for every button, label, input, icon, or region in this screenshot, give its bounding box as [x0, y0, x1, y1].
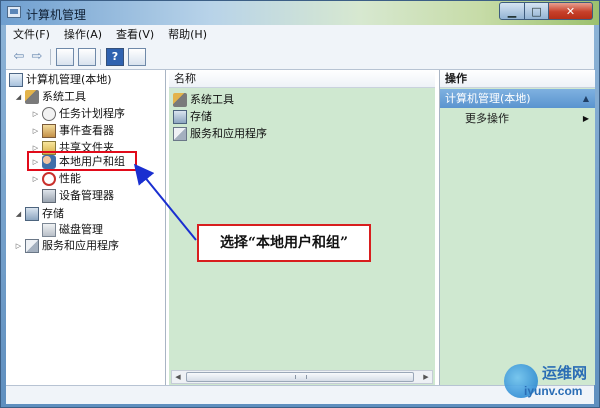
- tree-label: 设备管理器: [59, 189, 114, 202]
- tree-label: 性能: [59, 172, 81, 185]
- tree-item-disk-management[interactable]: 磁盘管理: [42, 222, 103, 238]
- menu-bar: 文件(F) 操作(A) 查看(V) 帮助(H): [6, 25, 594, 46]
- collapse-triangle-icon[interactable]: ◢: [14, 206, 23, 222]
- disk-icon: [42, 223, 56, 237]
- column-header-name[interactable]: 名称: [169, 70, 435, 88]
- window-title: 计算机管理: [26, 8, 87, 22]
- maximize-button[interactable]: □: [525, 2, 549, 20]
- annotation-callout: 选择“本地用户和组”: [197, 224, 371, 262]
- tree-item-task-scheduler[interactable]: ▷ 任务计划程序: [31, 106, 125, 122]
- chevron-right-icon: ▶: [582, 114, 589, 123]
- list-item-label: 系统工具: [190, 93, 234, 106]
- actions-section-computer-management[interactable]: 计算机管理(本地) ▲: [440, 89, 595, 108]
- services-icon: [173, 127, 187, 141]
- list-item[interactable]: 服务和应用程序: [173, 126, 267, 142]
- performance-icon: [42, 172, 56, 186]
- tree-item-event-viewer[interactable]: ▷ 事件查看器: [31, 123, 114, 139]
- list-item-label: 服务和应用程序: [190, 127, 267, 140]
- more-actions-label: 更多操作: [465, 112, 509, 125]
- actions-header: 操作: [440, 70, 595, 88]
- tree-label: 服务和应用程序: [42, 239, 119, 252]
- tree-item-performance[interactable]: ▷ 性能: [31, 171, 81, 187]
- show-hide-tree-icon[interactable]: [56, 48, 74, 66]
- grip-icon: [295, 375, 307, 379]
- tree-item-services-applications[interactable]: ▷ 服务和应用程序: [14, 238, 119, 254]
- tools-icon: [173, 93, 187, 107]
- menu-view[interactable]: 查看(V): [109, 25, 161, 45]
- menu-file[interactable]: 文件(F): [6, 25, 57, 45]
- storage-icon: [173, 110, 187, 124]
- help-icon[interactable]: ?: [106, 48, 124, 66]
- close-button[interactable]: ✕: [549, 2, 593, 20]
- tree-label: 计算机管理(本地): [26, 73, 112, 86]
- list-item[interactable]: 存储: [173, 109, 212, 125]
- minimize-button[interactable]: ▁: [499, 2, 525, 20]
- console-tree: 计算机管理(本地) ◢ 系统工具 ▷ 任务计划程序 ▷ 事件查看器 ▷ 共享文件…: [6, 70, 166, 385]
- collapse-up-icon[interactable]: ▲: [583, 89, 589, 108]
- menu-action[interactable]: 操作(A): [57, 25, 109, 45]
- watermark-logo: 运维网 iyunv.com: [504, 360, 590, 402]
- toolbar-separator: [50, 49, 51, 65]
- horizontal-scrollbar[interactable]: ◀ ▶: [171, 370, 433, 384]
- scrollbar-thumb[interactable]: [186, 372, 414, 382]
- menu-help[interactable]: 帮助(H): [161, 25, 214, 45]
- storage-icon: [25, 207, 39, 221]
- expand-triangle-icon[interactable]: ▷: [31, 171, 40, 187]
- actions-pane: 操作 计算机管理(本地) ▲ 更多操作 ▶: [439, 70, 595, 385]
- tree-label: 任务计划程序: [59, 107, 125, 120]
- toolbar-separator: [100, 49, 101, 65]
- collapse-triangle-icon[interactable]: ◢: [14, 89, 23, 105]
- tree-item-root[interactable]: 计算机管理(本地): [9, 72, 112, 88]
- properties-icon[interactable]: [128, 48, 146, 66]
- expand-triangle-icon[interactable]: ▷: [31, 106, 40, 122]
- watermark-text: 运维网: [542, 364, 588, 382]
- list-item-label: 存储: [190, 110, 212, 123]
- export-list-icon[interactable]: [78, 48, 96, 66]
- tree-item-storage[interactable]: ◢ 存储: [14, 206, 64, 222]
- tree-item-system-tools[interactable]: ◢ 系统工具: [14, 89, 86, 105]
- device-manager-icon: [42, 189, 56, 203]
- more-actions-item[interactable]: 更多操作 ▶: [440, 110, 595, 128]
- tree-item-device-manager[interactable]: 设备管理器: [42, 188, 114, 204]
- window-controls: ▁ □ ✕: [499, 2, 593, 21]
- list-item[interactable]: 系统工具: [173, 92, 234, 108]
- tree-label: 存储: [42, 207, 64, 220]
- actions-section-label: 计算机管理(本地): [445, 92, 531, 105]
- tree-label: 磁盘管理: [59, 223, 103, 236]
- scroll-left-icon[interactable]: ◀: [172, 371, 184, 383]
- watermark-url: iyunv.com: [524, 384, 583, 398]
- expand-triangle-icon[interactable]: ▷: [14, 238, 23, 254]
- computer-management-icon: [7, 6, 21, 18]
- clock-icon: [42, 107, 56, 121]
- toolbar: ⇦ ⇨ ?: [6, 45, 594, 70]
- tree-label: 事件查看器: [59, 124, 114, 137]
- tools-icon: [25, 90, 39, 104]
- expand-triangle-icon[interactable]: ▷: [31, 123, 40, 139]
- computer-management-window: 计算机管理 ▁ □ ✕ 文件(F) 操作(A) 查看(V) 帮助(H) ⇦ ⇨ …: [0, 0, 600, 408]
- back-arrow-icon[interactable]: ⇦: [10, 48, 28, 66]
- forward-arrow-icon[interactable]: ⇨: [28, 48, 46, 66]
- highlight-box: [27, 151, 137, 171]
- computer-icon: [9, 73, 23, 87]
- services-icon: [25, 239, 39, 253]
- scroll-right-icon[interactable]: ▶: [420, 371, 432, 383]
- tree-label: 系统工具: [42, 90, 86, 103]
- event-log-icon: [42, 124, 56, 138]
- title-bar[interactable]: 计算机管理 ▁ □ ✕: [1, 1, 599, 25]
